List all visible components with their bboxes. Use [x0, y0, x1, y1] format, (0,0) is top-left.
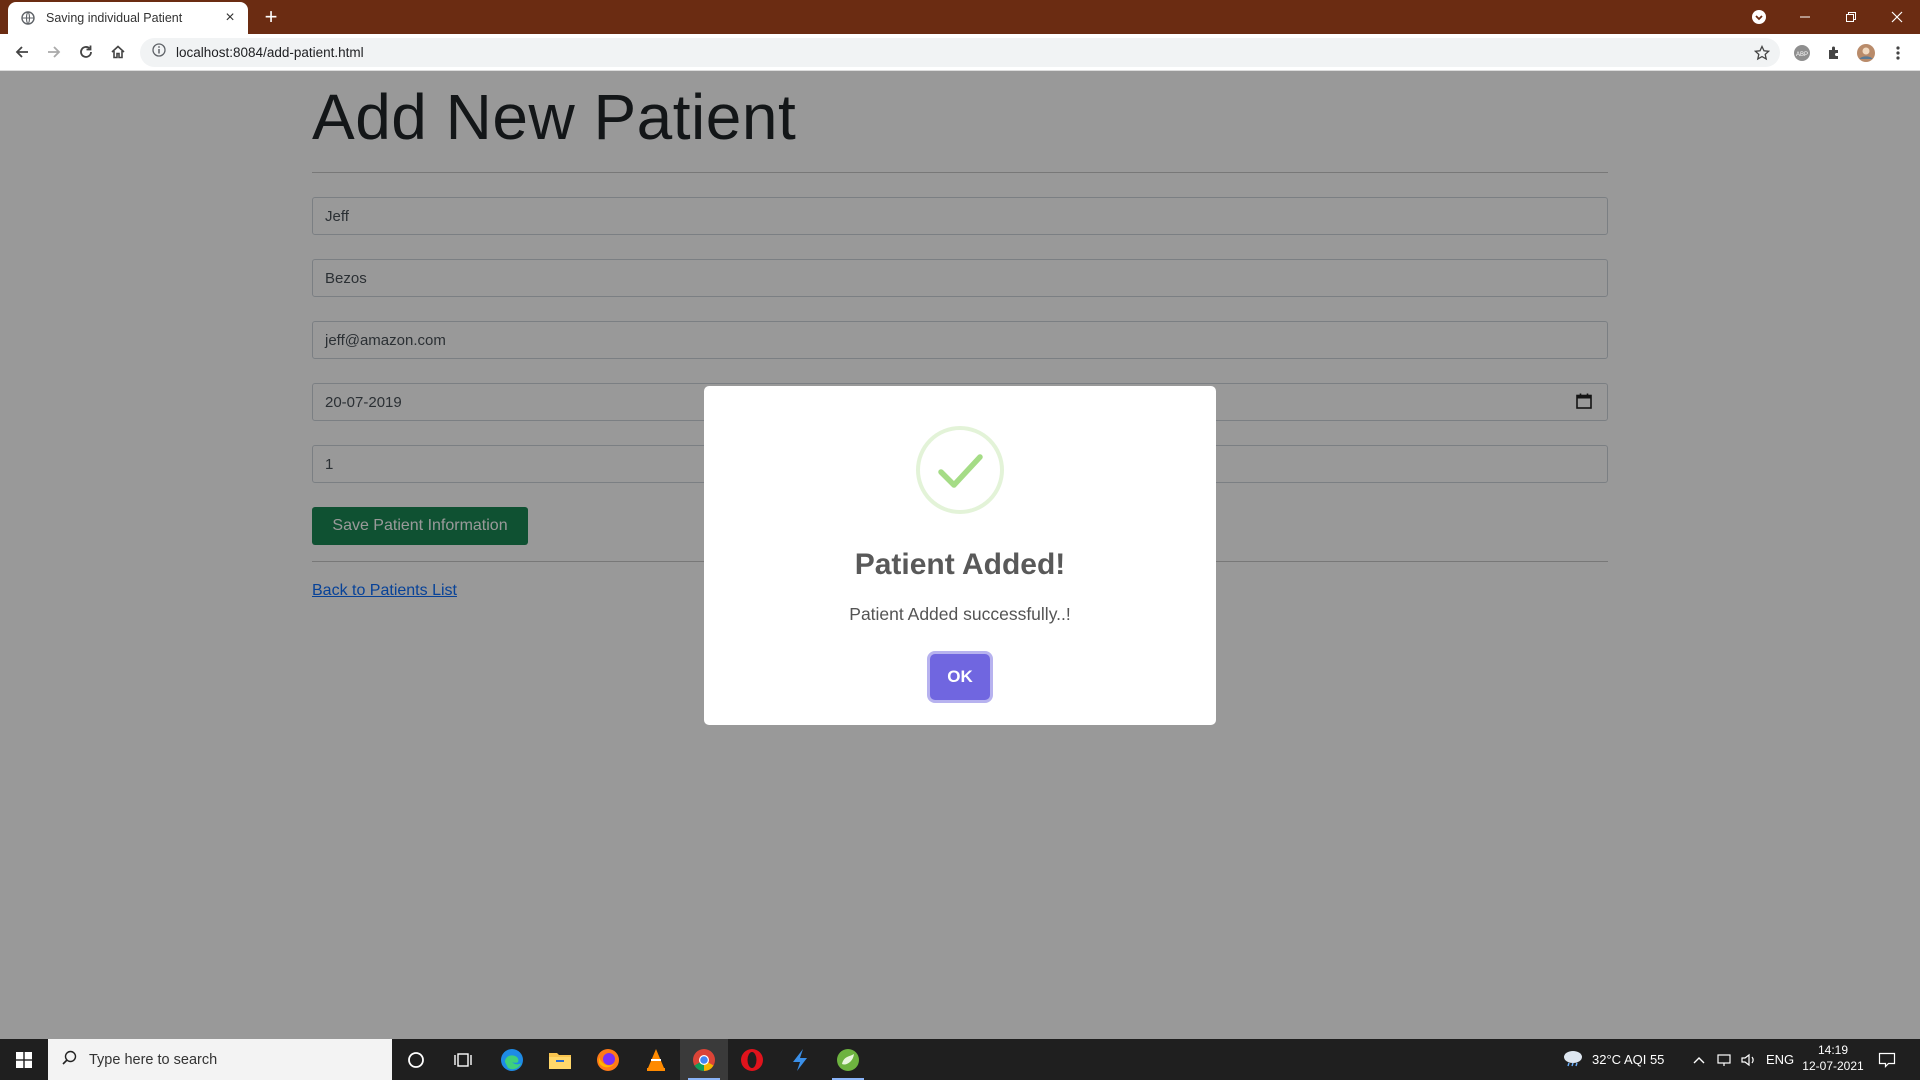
browser-toolbar: localhost:8084/add-patient.html ABP: [0, 34, 1920, 71]
ok-button[interactable]: OK: [930, 654, 990, 700]
check-icon: [915, 425, 1005, 515]
spring-icon[interactable]: [824, 1039, 872, 1080]
language-indicator[interactable]: ENG: [1766, 1039, 1794, 1080]
opera-icon[interactable]: [728, 1039, 776, 1080]
volume-icon[interactable]: [1740, 1039, 1758, 1080]
forward-icon[interactable]: [40, 38, 68, 66]
notification-icon[interactable]: [1878, 1039, 1896, 1080]
close-icon[interactable]: ×: [222, 9, 238, 26]
weather-text: 32°C AQI 55: [1592, 1052, 1665, 1067]
flash-icon[interactable]: [776, 1039, 824, 1080]
clock[interactable]: 14:19 12-07-2021: [1798, 1042, 1868, 1074]
close-window-icon[interactable]: [1874, 0, 1920, 34]
taskbar: Type here to search 32°C AQI 55 ENG 14:1…: [0, 1039, 1920, 1080]
vlc-icon[interactable]: [632, 1039, 680, 1080]
search-placeholder: Type here to search: [89, 1051, 218, 1068]
taskbar-search[interactable]: Type here to search: [48, 1039, 392, 1080]
restore-icon[interactable]: [1828, 0, 1874, 34]
info-icon[interactable]: [152, 43, 166, 62]
extensions-icon[interactable]: [1820, 39, 1848, 67]
weather-icon: [1562, 1049, 1584, 1070]
file-explorer-icon[interactable]: [536, 1039, 584, 1080]
search-icon: [62, 1050, 77, 1070]
dialog-message: Patient Added successfully..!: [849, 604, 1071, 624]
success-dialog: Patient Added! Patient Added successfull…: [704, 386, 1216, 725]
tab-search-icon[interactable]: [1736, 0, 1782, 34]
url-text: localhost:8084/add-patient.html: [176, 45, 364, 60]
back-icon[interactable]: [8, 38, 36, 66]
globe-icon: [20, 10, 36, 26]
edge-icon[interactable]: [488, 1039, 536, 1080]
new-tab-button[interactable]: +: [258, 4, 284, 30]
tab-title: Saving individual Patient: [46, 11, 183, 25]
svg-text:ABP: ABP: [1796, 52, 1808, 58]
reload-icon[interactable]: [72, 38, 100, 66]
firefox-icon[interactable]: [584, 1039, 632, 1080]
minimize-icon[interactable]: [1782, 0, 1828, 34]
weather-widget[interactable]: 32°C AQI 55: [1562, 1039, 1664, 1080]
abp-icon[interactable]: ABP: [1788, 39, 1816, 67]
chrome-icon[interactable]: [680, 1039, 728, 1080]
chevron-up-icon[interactable]: [1692, 1039, 1706, 1080]
windows-icon[interactable]: [0, 1039, 48, 1080]
browser-titlebar: Saving individual Patient × +: [0, 0, 1920, 34]
menu-icon[interactable]: [1884, 39, 1912, 67]
clock-time: 14:19: [1817, 1043, 1849, 1057]
browser-tab[interactable]: Saving individual Patient ×: [8, 2, 248, 34]
network-icon[interactable]: [1716, 1039, 1734, 1080]
task-view-icon[interactable]: [440, 1039, 488, 1080]
address-bar[interactable]: localhost:8084/add-patient.html: [140, 38, 1780, 67]
dialog-title: Patient Added!: [854, 548, 1066, 581]
profile-icon[interactable]: [1852, 39, 1880, 67]
clock-date: 12-07-2021: [1802, 1059, 1864, 1073]
cortana-icon[interactable]: [392, 1039, 440, 1080]
star-icon[interactable]: [1748, 39, 1776, 67]
home-icon[interactable]: [104, 38, 132, 66]
